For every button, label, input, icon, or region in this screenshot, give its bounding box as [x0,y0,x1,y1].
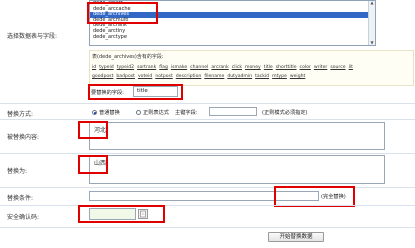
highlight-replace-content [78,121,108,139]
table-field-label: 选择数据表与字段: [7,33,58,40]
key-field-label: 主键字段: [175,110,198,116]
highlight-table-selection [87,2,158,24]
field-link[interactable]: voteid [138,74,152,79]
field-link[interactable]: source [330,65,345,70]
replace-mode-label: 替换方式: [7,111,34,118]
replace-with-label: 替换为: [7,168,28,175]
scroll-down-icon[interactable]: ▼ [370,41,374,45]
field-link[interactable]: arcrank [211,65,228,70]
field-link[interactable]: title [264,65,273,70]
field-link[interactable]: goodpost [92,74,113,79]
field-link[interactable]: writer [314,65,327,70]
field-link[interactable]: ismake [171,65,187,70]
field-link[interactable]: typeid2 [117,65,134,70]
regex-replace-radio[interactable] [136,110,141,115]
normal-replace-radio[interactable] [92,110,97,115]
field-link[interactable]: badpost [116,74,135,79]
highlight-condition [274,186,355,207]
regex-replace-label: 正则表达式 [143,110,169,116]
field-link[interactable]: id [92,65,96,70]
captcha-label: 安全确认码: [7,214,40,221]
replace-with-textarea[interactable]: 山西 [89,155,385,184]
field-link[interactable]: sortrank [137,65,156,70]
field-link[interactable]: filename [204,74,224,79]
fields-row-1: id typeid typeid2 sortrank flag ismake channel… [92,65,356,70]
field-link[interactable]: weight [290,74,306,79]
field-link[interactable]: typeid [99,65,113,70]
highlight-replace-field [88,84,183,100]
listbox-scrollbar[interactable]: ▲ ▼ [368,1,375,45]
field-link[interactable]: notpost [155,74,172,79]
fields-row-2: goodpost badpost voteid notpost description f… [92,74,308,79]
field-link[interactable]: color [300,65,311,70]
regex-note: (正则模式必须指定) [262,110,308,116]
field-link[interactable]: channel [190,65,208,70]
highlight-replace-with [78,155,108,174]
key-field-input[interactable] [209,107,257,116]
field-link[interactable]: money [245,65,261,70]
replace-content-label: 被替换内容: [7,134,40,141]
start-replace-button[interactable]: 开始替换数据 [268,232,324,242]
field-link[interactable]: tackid [255,74,269,79]
fields-title: 表(dede_archives)含有的字段: [92,54,164,60]
fields-panel: 表(dede_archives)含有的字段: id typeid typeid2 so… [89,50,414,86]
field-link[interactable]: dutyadmin [227,74,252,79]
field-link[interactable]: shorttitle [276,65,297,70]
field-link[interactable]: mtype [272,74,287,79]
condition-label: 替换条件: [7,195,34,202]
replace-content-textarea[interactable]: 河北 [89,122,385,150]
scroll-up-icon[interactable]: ▲ [370,1,374,5]
field-link[interactable]: flag [159,65,168,70]
normal-replace-label: 普通替换 [99,110,120,116]
field-link[interactable]: lit [349,65,353,70]
field-link[interactable]: description [176,74,202,79]
highlight-captcha [78,205,165,223]
table-option[interactable]: dede_arctype [90,34,375,41]
field-link[interactable]: click [232,65,242,70]
